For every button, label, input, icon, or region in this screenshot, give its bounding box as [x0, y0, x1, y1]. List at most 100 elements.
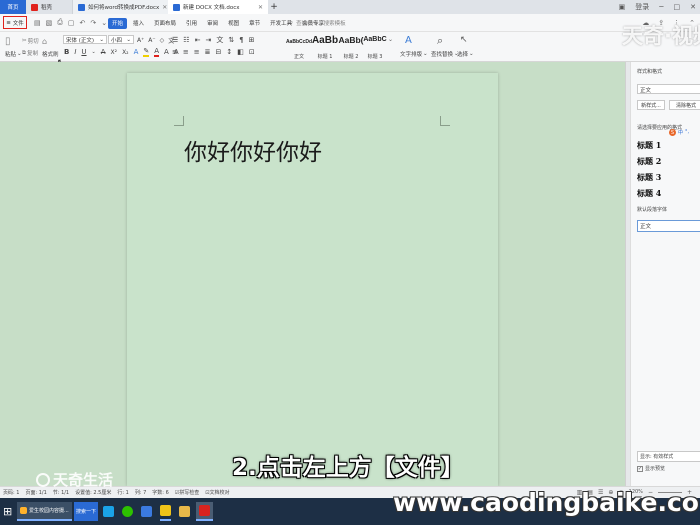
show-marks-icon[interactable]: ¶ [239, 36, 243, 44]
menu-view[interactable]: 视图 [224, 18, 243, 29]
spell-check-toggle[interactable]: ☑拼写检查 [175, 489, 200, 496]
layout-icon[interactable]: ▣ [619, 3, 626, 11]
tab-docer[interactable]: 稻壳 [26, 0, 72, 14]
status-setting[interactable]: 设置值: 2.5厘米 [75, 489, 111, 496]
underline-icon[interactable]: U [81, 48, 86, 56]
taskbar-item-1[interactable]: 爱生校园内容摄... [17, 502, 72, 521]
clear-format-button[interactable]: 清除格式 [669, 100, 700, 110]
print-icon[interactable]: ⎙ [57, 18, 63, 27]
sort-icon[interactable]: ⇅ [228, 36, 234, 44]
font-size-select[interactable]: 小四 ⌄ [108, 35, 134, 44]
chevron-down-icon[interactable]: ⌄ [101, 19, 107, 27]
shading-icon[interactable]: ◧ [237, 48, 244, 56]
proofread-button[interactable]: ⊡文档校对 [205, 489, 229, 496]
subscript-icon[interactable]: X₂ [122, 49, 129, 56]
style-item-heading-1[interactable]: 标题 1 [637, 140, 661, 151]
show-preview-checkbox[interactable]: ✓ 显示预览 [637, 465, 665, 472]
tab-doc-new[interactable]: 新建 DOCX 文档.docx ✕ [168, 0, 268, 14]
show-hide-icon[interactable]: ⊞ [249, 36, 255, 44]
search-box[interactable]: ⌕ 查找命令、搜索模板 [290, 17, 346, 29]
tab-doc-word-to-pdf[interactable]: 如何将word转换成PDF.docx ✕ [72, 0, 168, 14]
taskbar-app-shield[interactable] [141, 502, 152, 521]
menu-page-layout[interactable]: 页面布局 [150, 18, 180, 29]
format-painter-button[interactable]: 格式刷 [42, 50, 59, 58]
justify-icon[interactable]: ≣ [205, 48, 211, 56]
highlight-icon[interactable]: ✎ [143, 47, 150, 57]
align-left-icon[interactable]: ≡ [172, 48, 178, 56]
strikethrough-icon[interactable]: A [101, 48, 106, 56]
status-words[interactable]: 字数: 6 [152, 489, 168, 496]
style-heading-1[interactable]: AaBb 标题 1 [312, 35, 338, 60]
italic-icon[interactable]: I [74, 48, 76, 56]
tab-home[interactable]: 首页 [0, 0, 26, 14]
style-item-default-font[interactable]: 默认段落字体 [637, 206, 667, 213]
taskbar-app-wechat[interactable] [122, 502, 133, 521]
style-normal[interactable]: AaBbCcDd 正文 [286, 35, 312, 60]
menu-section[interactable]: 章节 [245, 18, 264, 29]
distributed-icon[interactable]: ⊟ [216, 48, 222, 56]
menu-insert[interactable]: 插入 [129, 18, 148, 29]
taskbar-app-files[interactable] [179, 502, 190, 521]
decrease-indent-icon[interactable]: ⇤ [195, 36, 201, 44]
new-style-button[interactable]: 新样式... [637, 100, 665, 110]
ime-chinese-icon[interactable]: 中 [678, 129, 683, 136]
cut-button[interactable]: ✂ 剪切 [22, 37, 39, 45]
font-name-select[interactable]: 宋体 (正文) ⌄ [63, 35, 107, 44]
clear-format-icon[interactable]: ◇ [160, 37, 165, 44]
menu-home[interactable]: 开始 [108, 17, 128, 29]
paste-icon[interactable]: ▯ [5, 36, 11, 47]
taskbar-app-browser[interactable] [103, 502, 114, 521]
numbered-list-icon[interactable]: ☷ [183, 36, 189, 44]
save-icon[interactable]: ▤ [34, 19, 41, 27]
plus-icon[interactable]: + [268, 0, 280, 14]
find-replace-button[interactable]: 查找替换 ⌄ [431, 50, 459, 58]
print-preview-icon[interactable]: ▢ [68, 19, 75, 27]
select-button[interactable]: 选择 ⌄ [457, 50, 474, 58]
copy-button[interactable]: ⧉ 复制 [22, 49, 38, 58]
status-section[interactable]: 节: 1/1 [53, 489, 69, 496]
current-style-field[interactable]: 正文 [637, 84, 700, 94]
document-body-text[interactable]: 你好你好你好 [184, 133, 322, 167]
login-button[interactable]: 登录 [635, 2, 649, 12]
undo-icon[interactable]: ↶ [79, 19, 85, 27]
ime-logo-icon[interactable]: S [669, 129, 676, 136]
chinese-layout-icon[interactable]: 文 [216, 35, 223, 45]
menu-review[interactable]: 审阅 [203, 18, 222, 29]
style-heading-2[interactable]: AaBb( 标题 2 [338, 35, 363, 60]
border-icon[interactable]: ⊡ [249, 48, 255, 56]
style-item-heading-3[interactable]: 标题 3 [637, 172, 661, 183]
style-heading-3[interactable]: AaBbC 标题 3 [363, 35, 387, 60]
grow-font-icon[interactable]: A⁺ [137, 37, 144, 44]
status-page[interactable]: 页面: 1/1 [25, 489, 46, 496]
paste-button[interactable]: 粘贴 ⌄ [5, 50, 22, 58]
increase-indent-icon[interactable]: ⇥ [205, 36, 211, 44]
chevron-down-icon[interactable]: ⌄ [388, 36, 393, 43]
bullet-list-icon[interactable]: ☰ [172, 36, 178, 44]
taskbar-app-wps[interactable] [196, 502, 213, 521]
show-styles-select[interactable]: 显示: 有效样式 [637, 451, 700, 462]
close-icon[interactable]: ✕ [258, 4, 263, 11]
ime-punct-icon[interactable]: °, [685, 129, 689, 136]
superscript-icon[interactable]: X² [111, 49, 118, 56]
redo-icon[interactable]: ↷ [90, 19, 96, 27]
maximize-icon[interactable]: □ [674, 3, 681, 11]
style-item-heading-2[interactable]: 标题 2 [637, 156, 661, 167]
text-tools-button[interactable]: 文字排版 ⌄ [400, 50, 428, 58]
bold-icon[interactable]: B [64, 48, 69, 56]
style-item-body[interactable]: 正文 [637, 220, 700, 232]
minimize-icon[interactable]: ─ [659, 3, 663, 11]
chevron-down-icon[interactable]: ⌄ [92, 49, 96, 55]
style-item-heading-4[interactable]: 标题 4 [637, 188, 661, 199]
windows-start-icon[interactable]: ⊞ [3, 502, 12, 521]
text-effect-icon[interactable]: A [134, 48, 139, 56]
align-right-icon[interactable]: ≡ [194, 48, 200, 56]
menu-references[interactable]: 引用 [182, 18, 201, 29]
close-window-icon[interactable]: ✕ [690, 3, 696, 11]
status-page-num[interactable]: 页码: 1 [3, 489, 19, 496]
close-icon[interactable]: ✕ [162, 4, 167, 11]
line-spacing-icon[interactable]: ↕ [226, 48, 232, 56]
font-color-icon[interactable]: A [154, 47, 160, 57]
align-center-icon[interactable]: ≡ [183, 48, 189, 56]
shrink-font-icon[interactable]: A⁻ [148, 37, 155, 44]
char-border-icon[interactable]: A [164, 48, 169, 56]
